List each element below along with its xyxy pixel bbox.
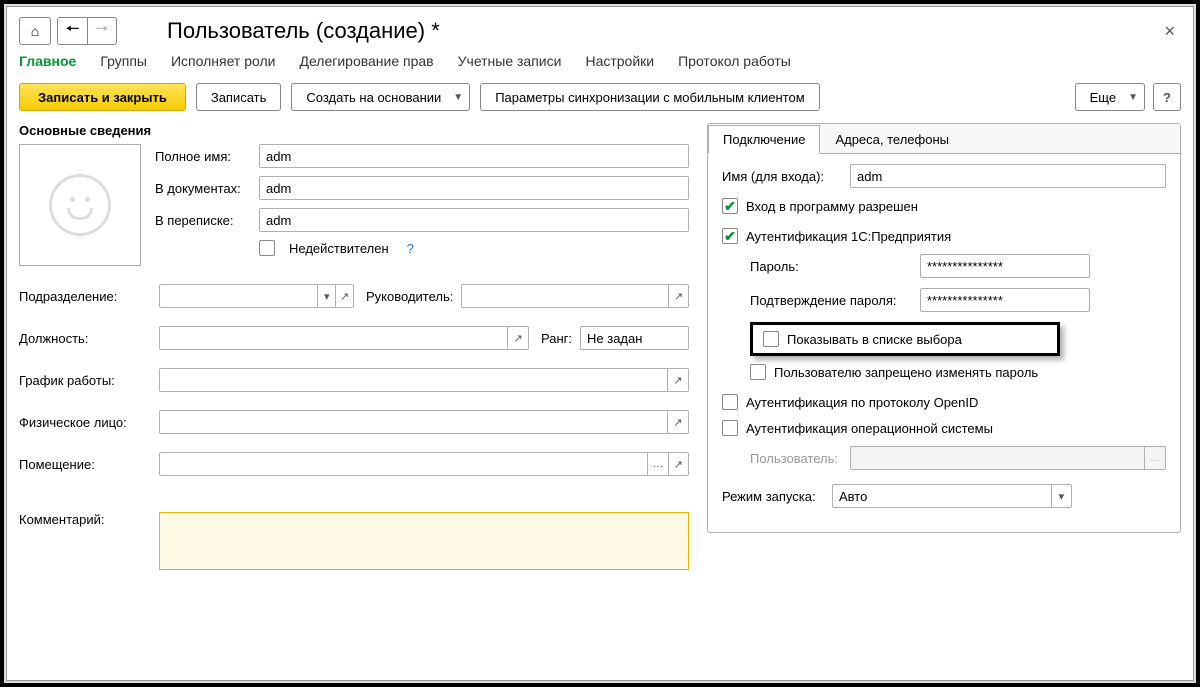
room-input[interactable] [159,452,648,476]
auth-1c-label: Аутентификация 1С:Предприятия [746,229,951,244]
tab-protocol[interactable]: Протокол работы [678,53,791,69]
department-label: Подразделение: [19,289,151,304]
manager-input[interactable] [461,284,669,308]
create-on-basis-label: Создать на основании [306,90,441,105]
position-label: Должность: [19,331,151,346]
show-in-list-checkbox[interactable] [763,331,779,347]
rank-label: Ранг: [541,331,572,346]
save-and-close-button[interactable]: Записать и закрыть [19,83,186,111]
department-input[interactable] [159,284,318,308]
auth-os-label: Аутентификация операционной системы [746,421,993,436]
auth-openid-checkbox[interactable] [722,394,738,410]
os-user-ellipsis-icon: … [1145,446,1166,470]
position-open-icon[interactable]: ↗ [508,326,529,350]
comment-input[interactable] [159,512,689,570]
tab-settings[interactable]: Настройки [585,53,654,69]
room-ellipsis-icon[interactable]: … [648,452,668,476]
help-button[interactable]: ? [1153,83,1181,111]
full-name-input[interactable] [259,144,689,168]
person-label: Физическое лицо: [19,415,151,430]
user-photo-placeholder[interactable] [19,144,141,266]
tab-roles[interactable]: Исполняет роли [171,53,275,69]
schedule-open-icon[interactable]: ↗ [668,368,689,392]
close-icon[interactable]: × [1164,21,1175,42]
department-open-icon[interactable]: ↗ [336,284,354,308]
password2-label: Подтверждение пароля: [750,293,920,308]
forward-button[interactable]: 🠖 [87,17,117,45]
caret-down-icon: ▼ [453,92,463,103]
auth-os-checkbox[interactable] [722,420,738,436]
smiley-icon [49,174,111,236]
home-button[interactable]: ⌂ [19,17,51,45]
department-dropdown-icon[interactable]: ▾ [318,284,336,308]
in-corr-input[interactable] [259,208,689,232]
invalid-checkbox[interactable] [259,240,275,256]
create-on-basis-button[interactable]: Создать на основании ▼ [291,83,470,111]
password2-input[interactable] [920,288,1090,312]
manager-open-icon[interactable]: ↗ [669,284,689,308]
os-user-input [850,446,1145,470]
window-title: Пользователь (создание) * [167,18,440,44]
show-in-list-label: Показывать в списке выбора [787,332,962,347]
schedule-label: График работы: [19,373,151,388]
subtab-addresses[interactable]: Адреса, телефоны [820,125,964,154]
invalid-label: Недействителен [289,241,389,256]
manager-label: Руководитель: [366,289,453,304]
password-label: Пароль: [750,259,920,274]
in-corr-label: В переписке: [155,213,253,228]
invalid-help-link[interactable]: ? [407,241,414,256]
person-input[interactable] [159,410,668,434]
no-change-pw-checkbox[interactable] [750,364,766,380]
position-input[interactable] [159,326,508,350]
tab-accounts[interactable]: Учетные записи [458,53,562,69]
in-docs-input[interactable] [259,176,689,200]
login-label: Имя (для входа): [722,169,850,184]
no-change-pw-label: Пользователю запрещено изменять пароль [774,365,1038,380]
schedule-input[interactable] [159,368,668,392]
tab-groups[interactable]: Группы [100,53,147,69]
more-button[interactable]: Еще ▼ [1075,83,1145,111]
caret-down-icon: ▼ [1128,92,1138,103]
full-name-label: Полное имя: [155,149,253,164]
password-input[interactable] [920,254,1090,278]
login-input[interactable] [850,164,1166,188]
save-button[interactable]: Записать [196,83,282,111]
run-mode-label: Режим запуска: [722,489,832,504]
rank-input[interactable] [580,326,689,350]
back-button[interactable]: 🠔 [57,17,87,45]
person-open-icon[interactable]: ↗ [668,410,689,434]
run-mode-input[interactable] [832,484,1052,508]
highlighted-option: Показывать в списке выбора [750,322,1060,356]
more-label: Еще [1090,90,1116,105]
sync-params-button[interactable]: Параметры синхронизации с мобильным клие… [480,83,820,111]
run-mode-dropdown-icon[interactable]: ▾ [1052,484,1072,508]
subtab-connection[interactable]: Подключение [708,125,820,154]
room-open-icon[interactable]: ↗ [669,452,689,476]
tab-delegate[interactable]: Делегирование прав [299,53,433,69]
login-allowed-checkbox[interactable] [722,198,738,214]
basic-section-title: Основные сведения [19,123,689,138]
auth-openid-label: Аутентификация по протоколу OpenID [746,395,978,410]
comment-label: Комментарий: [19,512,151,527]
main-tabs: Главное Группы Исполняет роли Делегирова… [19,51,1181,75]
in-docs-label: В документах: [155,181,253,196]
tab-main[interactable]: Главное [19,53,76,69]
room-label: Помещение: [19,457,151,472]
os-user-label: Пользователь: [750,451,850,466]
login-allowed-label: Вход в программу разрешен [746,199,918,214]
auth-1c-checkbox[interactable] [722,228,738,244]
